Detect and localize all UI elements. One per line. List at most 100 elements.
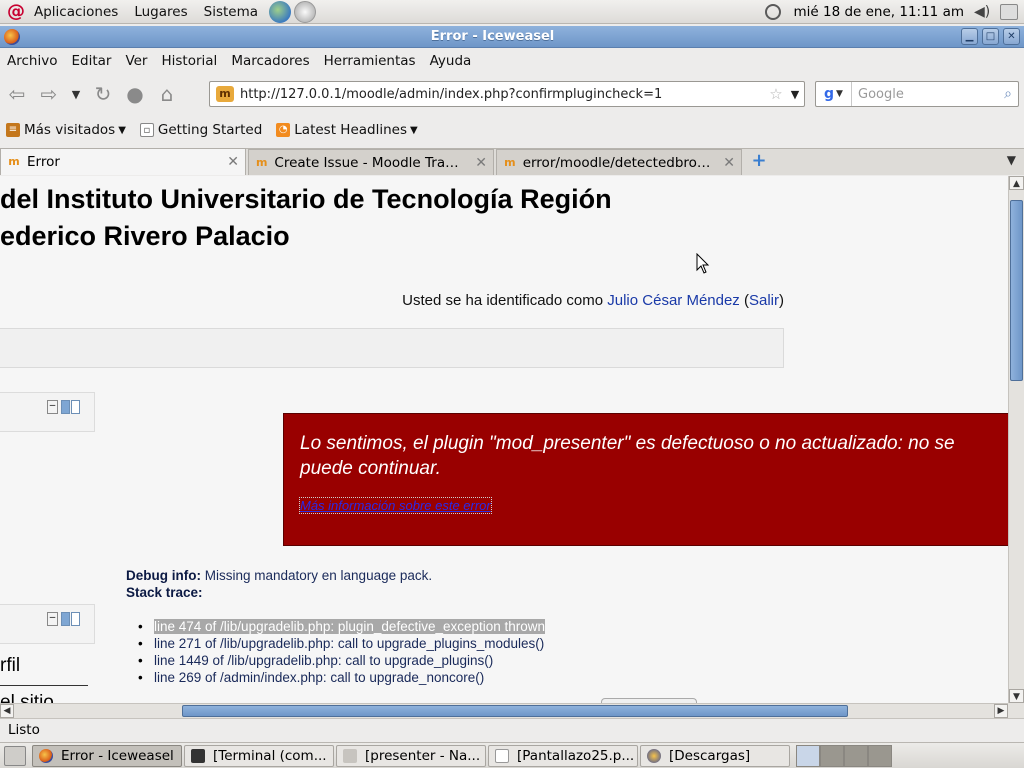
tab-label: Create Issue - Moodle Tracker <box>274 154 466 171</box>
window-titlebar[interactable]: Error - Iceweasel ▁ □ ✕ <box>0 26 1024 48</box>
task-terminal[interactable]: [Terminal (com... <box>184 744 334 767</box>
bookmark-most-visited[interactable]: ≡ Más visitados ▼ <box>6 122 126 138</box>
scroll-up-icon[interactable]: ▲ <box>1009 176 1024 190</box>
bookmark-star-icon[interactable]: ☆ <box>766 85 786 103</box>
applications-menu[interactable]: Aplicaciones <box>26 4 126 20</box>
bookmark-getting-started[interactable]: ▫ Getting Started <box>139 122 263 138</box>
login-close-paren: ) <box>779 292 784 309</box>
logout-link[interactable]: Salir <box>749 292 779 309</box>
menu-ver[interactable]: Ver <box>118 53 154 69</box>
menu-historial[interactable]: Historial <box>154 53 224 69</box>
rss-icon: ◔ <box>276 123 291 137</box>
menu-marcadores[interactable]: Marcadores <box>224 53 316 69</box>
network-icon[interactable] <box>1000 4 1018 20</box>
volume-icon[interactable]: ◀) <box>974 5 992 19</box>
search-input[interactable]: Google <box>852 87 998 102</box>
bookmark-latest-headlines[interactable]: ◔ Latest Headlines ▼ <box>276 122 418 138</box>
task-label: [Terminal (com... <box>213 747 327 764</box>
close-tab-icon[interactable]: ✕ <box>217 154 239 170</box>
menu-herramientas[interactable]: Herramientas <box>317 53 423 69</box>
status-bar: Listo <box>0 718 1024 740</box>
places-menu[interactable]: Lugares <box>126 4 195 20</box>
menu-bar: Archivo Editar Ver Historial Marcadores … <box>0 49 1024 73</box>
workspace-1[interactable] <box>796 744 820 767</box>
scroll-down-icon[interactable]: ▼ <box>1009 689 1024 703</box>
debian-logo-icon[interactable]: @ <box>6 1 26 22</box>
side-divider <box>0 685 88 686</box>
stop-icon[interactable]: ● <box>120 79 150 109</box>
tab-list-chevron-icon[interactable]: ▼ <box>1007 153 1016 167</box>
block-minimize-icon[interactable]: – <box>47 400 58 414</box>
menu-archivo[interactable]: Archivo <box>0 53 64 69</box>
clock[interactable]: mié 18 de ene, 11:11 am <box>787 4 970 20</box>
google-engine-icon[interactable]: g ▼ <box>816 82 852 106</box>
tab-detectedbroken[interactable]: m error/moodle/detectedbrok... ✕ <box>496 149 742 175</box>
task-descargas[interactable]: [Descargas] <box>640 744 790 767</box>
stack-trace-text: line 269 of /admin/index.php: call to up… <box>154 670 485 685</box>
site-title-line2: ederico Rivero Palacio <box>0 221 290 251</box>
iceweasel-icon[interactable] <box>4 28 20 45</box>
url-dropdown-icon[interactable]: ▼ <box>786 88 804 101</box>
error-box: Lo sentimos, el plugin "mod_presenter" e… <box>283 413 1008 546</box>
history-dropdown-icon[interactable]: ▼ <box>66 79 86 109</box>
moodle-favicon-icon: m <box>504 155 516 169</box>
site-title: del Instituto Universitario de Tecnologí… <box>0 181 612 255</box>
task-presenter[interactable]: [presenter - Na... <box>336 744 486 767</box>
block-dock-icon[interactable] <box>71 612 80 626</box>
workspace-2[interactable] <box>820 744 844 767</box>
forward-arrow-icon[interactable]: ⇨ <box>34 79 64 109</box>
home-icon[interactable]: ⌂ <box>152 79 182 109</box>
task-label: [Pantallazo25.p... <box>517 747 635 764</box>
iceweasel-icon <box>39 748 53 763</box>
task-error-iceweasel[interactable]: Error - Iceweasel <box>32 744 182 767</box>
bookmark-label: Más visitados <box>24 122 116 138</box>
horizontal-scroll-thumb[interactable] <box>182 705 848 717</box>
scroll-right-icon[interactable]: ▶ <box>994 704 1008 718</box>
more-info-link[interactable]: Más información sobre este error <box>299 497 492 514</box>
scroll-left-icon[interactable]: ◀ <box>0 704 14 718</box>
menu-ayuda[interactable]: Ayuda <box>423 53 479 69</box>
url-text[interactable]: http://127.0.0.1/moodle/admin/index.php?… <box>240 87 766 102</box>
stack-trace-item: line 1449 of /lib/upgradelib.php: call t… <box>138 652 545 669</box>
vertical-scrollbar[interactable]: ▲ ▼ <box>1008 176 1024 703</box>
search-box[interactable]: g ▼ Google ⌕ <box>815 81 1019 107</box>
search-panel-icon[interactable] <box>765 4 782 20</box>
side-site-text[interactable]: el sitio <box>0 692 54 703</box>
tab-create-issue[interactable]: m Create Issue - Moodle Tracker ✕ <box>248 149 494 175</box>
bookmarks-toolbar: ≡ Más visitados ▼ ▫ Getting Started ◔ La… <box>0 116 1024 144</box>
block-minimize-icon[interactable]: – <box>47 612 58 626</box>
block-dock-icon[interactable] <box>71 400 80 414</box>
url-bar[interactable]: m http://127.0.0.1/moodle/admin/index.ph… <box>209 81 805 107</box>
close-tab-icon[interactable]: ✕ <box>465 155 487 171</box>
workspace-4[interactable] <box>868 744 892 767</box>
block-dock-icon[interactable] <box>61 400 70 414</box>
top-panel: @ Aplicaciones Lugares Sistema mié 18 de… <box>0 0 1024 24</box>
bookmark-label: Getting Started <box>157 122 263 138</box>
reload-icon[interactable]: ↻ <box>88 79 118 109</box>
stack-trace-item: line 271 of /lib/upgradelib.php: call to… <box>138 635 545 652</box>
mouse-cursor-icon <box>696 253 710 274</box>
tab-error[interactable]: m Error ✕ <box>0 148 246 175</box>
workspace-3[interactable] <box>844 744 868 767</box>
new-tab-button[interactable]: + <box>744 149 774 175</box>
block-dock-icon[interactable] <box>61 612 70 626</box>
task-label: Error - Iceweasel <box>61 747 174 764</box>
minimize-button[interactable]: ▁ <box>961 28 978 45</box>
browser-launcher-icon[interactable] <box>269 0 292 23</box>
vertical-scroll-thumb[interactable] <box>1010 200 1023 381</box>
horizontal-scrollbar[interactable]: ◀ ▶ <box>0 703 1008 718</box>
bookmark-label: Latest Headlines <box>294 122 407 138</box>
side-profile-text[interactable]: rfil <box>0 655 20 677</box>
back-arrow-icon[interactable]: ⇦ <box>2 79 32 109</box>
task-pantallazo[interactable]: [Pantallazo25.p... <box>488 744 638 767</box>
system-menu[interactable]: Sistema <box>196 4 266 20</box>
close-tab-icon[interactable]: ✕ <box>713 155 735 171</box>
user-profile-link[interactable]: Julio César Méndez <box>607 292 740 309</box>
close-window-button[interactable]: ✕ <box>1003 28 1020 45</box>
search-icon[interactable]: ⌕ <box>998 86 1018 102</box>
side-block-top: – <box>0 392 95 432</box>
menu-editar[interactable]: Editar <box>64 53 118 69</box>
maximize-button[interactable]: □ <box>982 28 999 45</box>
show-desktop-button[interactable] <box>4 745 26 766</box>
mail-launcher-icon[interactable] <box>294 0 317 23</box>
